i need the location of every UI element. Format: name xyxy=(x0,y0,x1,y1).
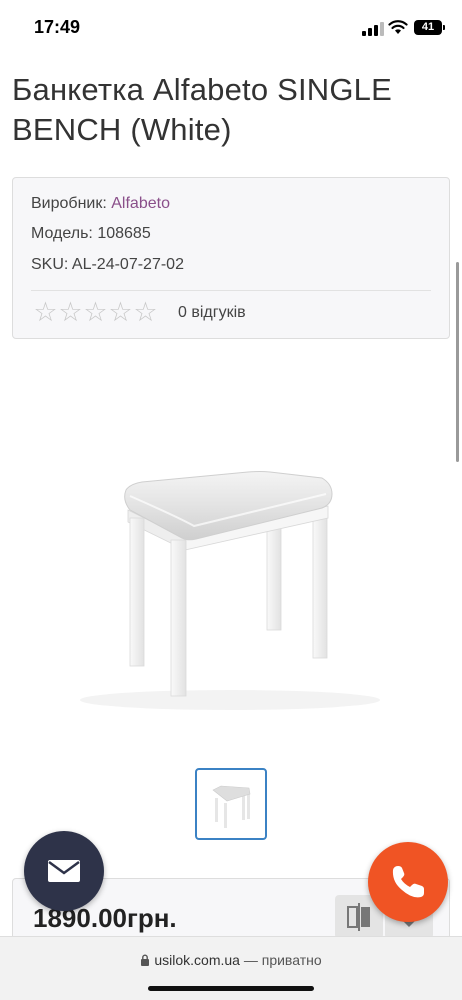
status-bar: 17:49 41 xyxy=(0,0,462,56)
star-icon: ☆ xyxy=(108,297,133,328)
sku-value: AL-24-07-27-02 xyxy=(71,256,184,273)
sku-label: SKU: xyxy=(31,256,69,273)
sku-row: SKU: AL-24-07-27-02 xyxy=(31,256,184,274)
url-domain: usilok.com.ua xyxy=(154,952,240,968)
home-indicator[interactable] xyxy=(148,986,314,991)
lock-icon xyxy=(141,954,150,966)
manufacturer-row: Виробник: Alfabeto xyxy=(31,195,170,213)
battery-indicator: 41 xyxy=(414,20,445,35)
model-label: Модель: xyxy=(31,225,93,242)
product-thumbnail[interactable] xyxy=(195,768,267,840)
rating-stars[interactable]: ☆ ☆ ☆ ☆ ☆ xyxy=(33,299,158,327)
url-row[interactable]: usilok.com.ua — приватно xyxy=(0,952,462,968)
model-row: Модель: 108685 xyxy=(31,225,151,243)
privacy-label: — приватно xyxy=(243,952,322,968)
product-image[interactable] xyxy=(60,400,400,730)
manufacturer-label: Виробник: xyxy=(31,195,107,212)
wifi-icon xyxy=(388,20,408,34)
envelope-icon xyxy=(48,860,80,882)
browser-address-bar[interactable]: usilok.com.ua — приватно xyxy=(0,936,462,1000)
cellular-signal-icon xyxy=(362,22,384,36)
phone-icon xyxy=(392,866,424,898)
bench-thumbnail-icon xyxy=(212,785,251,828)
page-scrollbar[interactable] xyxy=(456,262,459,462)
star-icon: ☆ xyxy=(58,297,83,328)
star-icon: ☆ xyxy=(83,297,108,328)
info-divider xyxy=(31,290,431,291)
manufacturer-link[interactable]: Alfabeto xyxy=(111,195,170,212)
product-info-box: Виробник: Alfabeto Модель: 108685 SKU: A… xyxy=(12,177,450,339)
product-title: Банкетка Alfabeto SINGLE BENCH (White) xyxy=(12,72,392,147)
status-time: 17:49 xyxy=(34,17,81,37)
call-button[interactable] xyxy=(368,842,448,922)
star-icon: ☆ xyxy=(133,297,158,328)
star-icon: ☆ xyxy=(33,297,58,328)
reviews-link[interactable]: 0 відгуків xyxy=(178,304,246,322)
model-value: 108685 xyxy=(97,225,151,242)
mail-button[interactable] xyxy=(24,831,104,911)
